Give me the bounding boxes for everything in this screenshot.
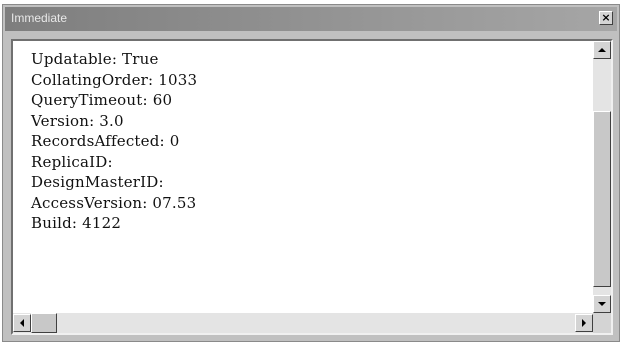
- output-line: DesignMasterID:: [31, 173, 164, 191]
- output-lines: Updatable: True CollatingOrder: 1033 Que…: [31, 49, 197, 234]
- scroll-left-button[interactable]: [13, 314, 31, 332]
- scroll-down-button[interactable]: [593, 295, 611, 313]
- output-line: ReplicaID:: [31, 152, 113, 171]
- scroll-up-button[interactable]: [593, 41, 611, 59]
- close-icon: ×: [601, 11, 611, 24]
- output-line: Build: 4122: [31, 214, 122, 232]
- horizontal-scroll-thumb[interactable]: [31, 313, 57, 333]
- immediate-window: Immediate × Updatable: True CollatingOrd…: [2, 4, 620, 342]
- arrow-up-icon: [598, 48, 606, 52]
- output-line: RecordsAffected: 0: [31, 132, 180, 150]
- window-title: Immediate: [11, 11, 68, 25]
- vertical-scrollbar[interactable]: [593, 41, 611, 313]
- output-line: QueryTimeout: 60: [31, 91, 173, 109]
- horizontal-scrollbar[interactable]: [13, 313, 593, 333]
- output-line: Updatable: True: [31, 50, 159, 68]
- scroll-right-button[interactable]: [575, 314, 593, 332]
- title-bar[interactable]: Immediate ×: [5, 7, 617, 31]
- output-line: AccessVersion: 07.53: [31, 193, 197, 212]
- immediate-pane: Updatable: True CollatingOrder: 1033 Que…: [11, 39, 613, 335]
- immediate-text-area[interactable]: Updatable: True CollatingOrder: 1033 Que…: [13, 41, 593, 313]
- arrow-down-icon: [598, 302, 606, 306]
- vertical-scroll-thumb[interactable]: [593, 111, 611, 287]
- scrollbar-corner: [593, 313, 611, 333]
- output-line: CollatingOrder: 1033: [31, 70, 198, 89]
- arrow-right-icon: [582, 319, 586, 327]
- output-line: Version: 3.0: [31, 111, 124, 130]
- close-button[interactable]: ×: [599, 11, 613, 25]
- arrow-left-icon: [20, 319, 24, 327]
